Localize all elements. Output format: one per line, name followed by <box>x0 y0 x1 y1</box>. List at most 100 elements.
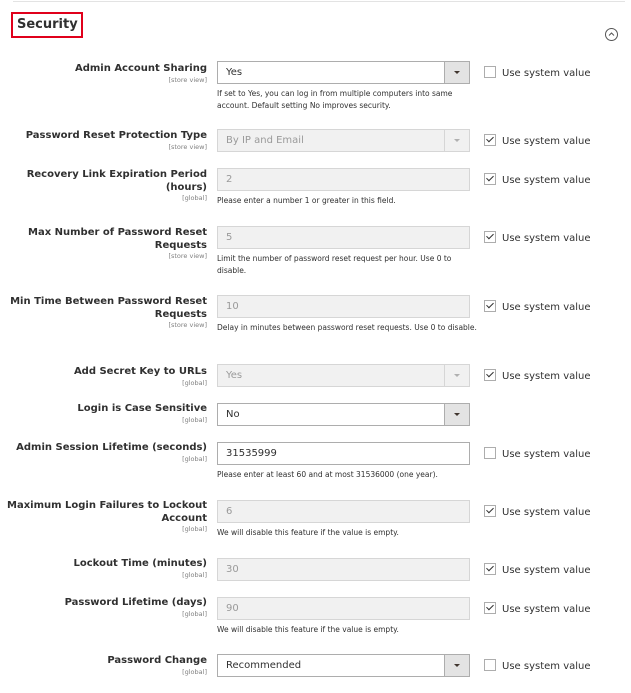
field-label: Password Change [global] <box>107 655 207 677</box>
select-field: By IP and Email <box>217 129 470 152</box>
use-system-value-label: Use system value <box>502 449 591 460</box>
field-note: We will disable this feature if the valu… <box>217 528 399 537</box>
use-system-value-checkbox[interactable]: Use system value <box>484 602 591 616</box>
dropdown-arrow-icon[interactable] <box>444 404 469 425</box>
field-label-text: Lockout Time (minutes) <box>73 558 207 569</box>
field-value: 90 <box>226 603 239 614</box>
field-scope: [global] <box>182 667 207 676</box>
use-system-value-label: Use system value <box>502 661 591 672</box>
checkbox-checked-icon[interactable] <box>484 173 496 185</box>
checkbox-checked-icon[interactable] <box>484 300 496 312</box>
chevron-up-circle-icon[interactable] <box>605 28 618 41</box>
field-label: Max Number of Password Reset Requests [st… <box>7 227 207 261</box>
field-label: Add Secret Key to URLs [global] <box>74 366 207 388</box>
use-system-value-checkbox[interactable]: Use system value <box>484 505 591 519</box>
field-scope: [store view] <box>168 321 207 329</box>
text-input[interactable]: 31535999 <box>217 442 470 465</box>
dropdown-arrow-icon <box>444 365 469 386</box>
field-scope: [global] <box>182 378 207 387</box>
checkbox-checked-icon[interactable] <box>484 505 496 517</box>
field-value: 6 <box>226 506 233 517</box>
field-label: Recovery Link Expiration Period (hours)[… <box>0 169 207 203</box>
select-field[interactable]: No <box>217 403 470 426</box>
field-note: Please enter a number 1 or greater in th… <box>217 196 396 205</box>
field-scope: [global] <box>182 454 207 463</box>
field-value: Yes <box>226 370 243 381</box>
field-label-text: Min Time Between Password Reset Requests <box>10 296 207 320</box>
field-scope: [global] <box>182 570 207 579</box>
field-label: Admin Session Lifetime (seconds) [global] <box>16 442 207 464</box>
field-value: 10 <box>226 301 239 312</box>
field-note: We will disable this feature if the valu… <box>217 625 399 634</box>
text-input: 5 <box>217 226 470 249</box>
field-note: Limit the number of password reset reque… <box>217 254 452 275</box>
use-system-value-label: Use system value <box>502 302 591 313</box>
field-label-text: Recovery Link Expiration Period (hours) <box>26 169 207 193</box>
use-system-value-label: Use system value <box>502 233 591 244</box>
section-title[interactable]: Security <box>11 12 83 38</box>
field-label-text: Maximum Login Failures to Lockout Accoun… <box>7 500 208 524</box>
checkbox-unchecked-icon[interactable] <box>484 447 496 459</box>
use-system-value-checkbox[interactable]: Use system value <box>484 66 591 80</box>
field-note: If set to Yes, you can log in from multi… <box>217 89 453 110</box>
field-value: 31535999 <box>226 448 277 459</box>
field-scope: [global] <box>182 415 207 424</box>
field-label: Password Lifetime (days) [global] <box>65 597 207 619</box>
field-note: Please enter at least 60 and at most 315… <box>217 470 438 479</box>
use-system-value-checkbox[interactable]: Use system value <box>484 231 591 245</box>
text-input: 90 <box>217 597 470 620</box>
dropdown-arrow-icon[interactable] <box>444 655 469 676</box>
checkbox-unchecked-icon[interactable] <box>484 66 496 78</box>
field-scope: [global] <box>182 525 207 533</box>
use-system-value-checkbox[interactable]: Use system value <box>484 173 591 187</box>
field-value: 2 <box>226 174 233 185</box>
field-value: 30 <box>226 564 239 575</box>
dropdown-arrow-icon <box>444 130 469 151</box>
field-label-text: Admin Session Lifetime (seconds) <box>16 442 207 453</box>
field-value: Recommended <box>226 660 302 671</box>
use-system-value-label: Use system value <box>502 136 591 147</box>
checkbox-checked-icon[interactable] <box>484 563 496 575</box>
field-label: Login is Case Sensitive [global] <box>77 403 207 425</box>
field-label-text: Password Lifetime (days) <box>64 597 207 608</box>
field-value: 5 <box>226 232 233 243</box>
field-label: Admin Account Sharing [store view] <box>75 63 207 85</box>
field-scope: [global] <box>182 194 207 202</box>
checkbox-checked-icon[interactable] <box>484 134 496 146</box>
section-divider <box>13 1 625 2</box>
field-label: Lockout Time (minutes) [global] <box>74 558 207 580</box>
select-field[interactable]: Recommended <box>217 654 470 677</box>
use-system-value-label: Use system value <box>502 604 591 615</box>
use-system-value-checkbox[interactable]: Use system value <box>484 369 591 383</box>
checkbox-unchecked-icon[interactable] <box>484 659 496 671</box>
use-system-value-checkbox[interactable]: Use system value <box>484 134 591 148</box>
field-scope: [store view] <box>168 75 207 84</box>
use-system-value-label: Use system value <box>502 371 591 382</box>
field-label: Maximum Login Failures to Lockout Accoun… <box>7 500 207 534</box>
field-label: Password Reset Protection Type [store vie… <box>26 130 207 152</box>
use-system-value-label: Use system value <box>502 175 591 186</box>
field-label-text: Add Secret Key to URLs <box>73 366 207 377</box>
text-input: 2 <box>217 168 470 191</box>
use-system-value-checkbox[interactable]: Use system value <box>484 659 591 673</box>
select-field[interactable]: Yes <box>217 61 470 84</box>
field-value: Yes <box>226 67 243 78</box>
field-label-text: Password Change <box>107 655 207 666</box>
field-value: No <box>226 409 240 420</box>
field-label-text: Password Reset Protection Type <box>25 130 207 141</box>
use-system-value-checkbox[interactable]: Use system value <box>484 447 591 461</box>
field-scope: [store view] <box>168 142 207 151</box>
text-input: 30 <box>217 558 470 581</box>
field-label-text: Admin Account Sharing <box>74 63 207 74</box>
field-note: Delay in minutes between password reset … <box>217 323 477 332</box>
use-system-value-label: Use system value <box>502 68 591 79</box>
checkbox-checked-icon[interactable] <box>484 602 496 614</box>
checkbox-checked-icon[interactable] <box>484 369 496 381</box>
use-system-value-checkbox[interactable]: Use system value <box>484 300 591 314</box>
dropdown-arrow-icon[interactable] <box>444 62 469 83</box>
text-input: 10 <box>217 295 470 318</box>
checkbox-checked-icon[interactable] <box>484 231 496 243</box>
use-system-value-checkbox[interactable]: Use system value <box>484 563 591 577</box>
field-label: Min Time Between Password Reset Requests… <box>7 296 207 330</box>
field-label-text: Max Number of Password Reset Requests <box>28 227 207 251</box>
